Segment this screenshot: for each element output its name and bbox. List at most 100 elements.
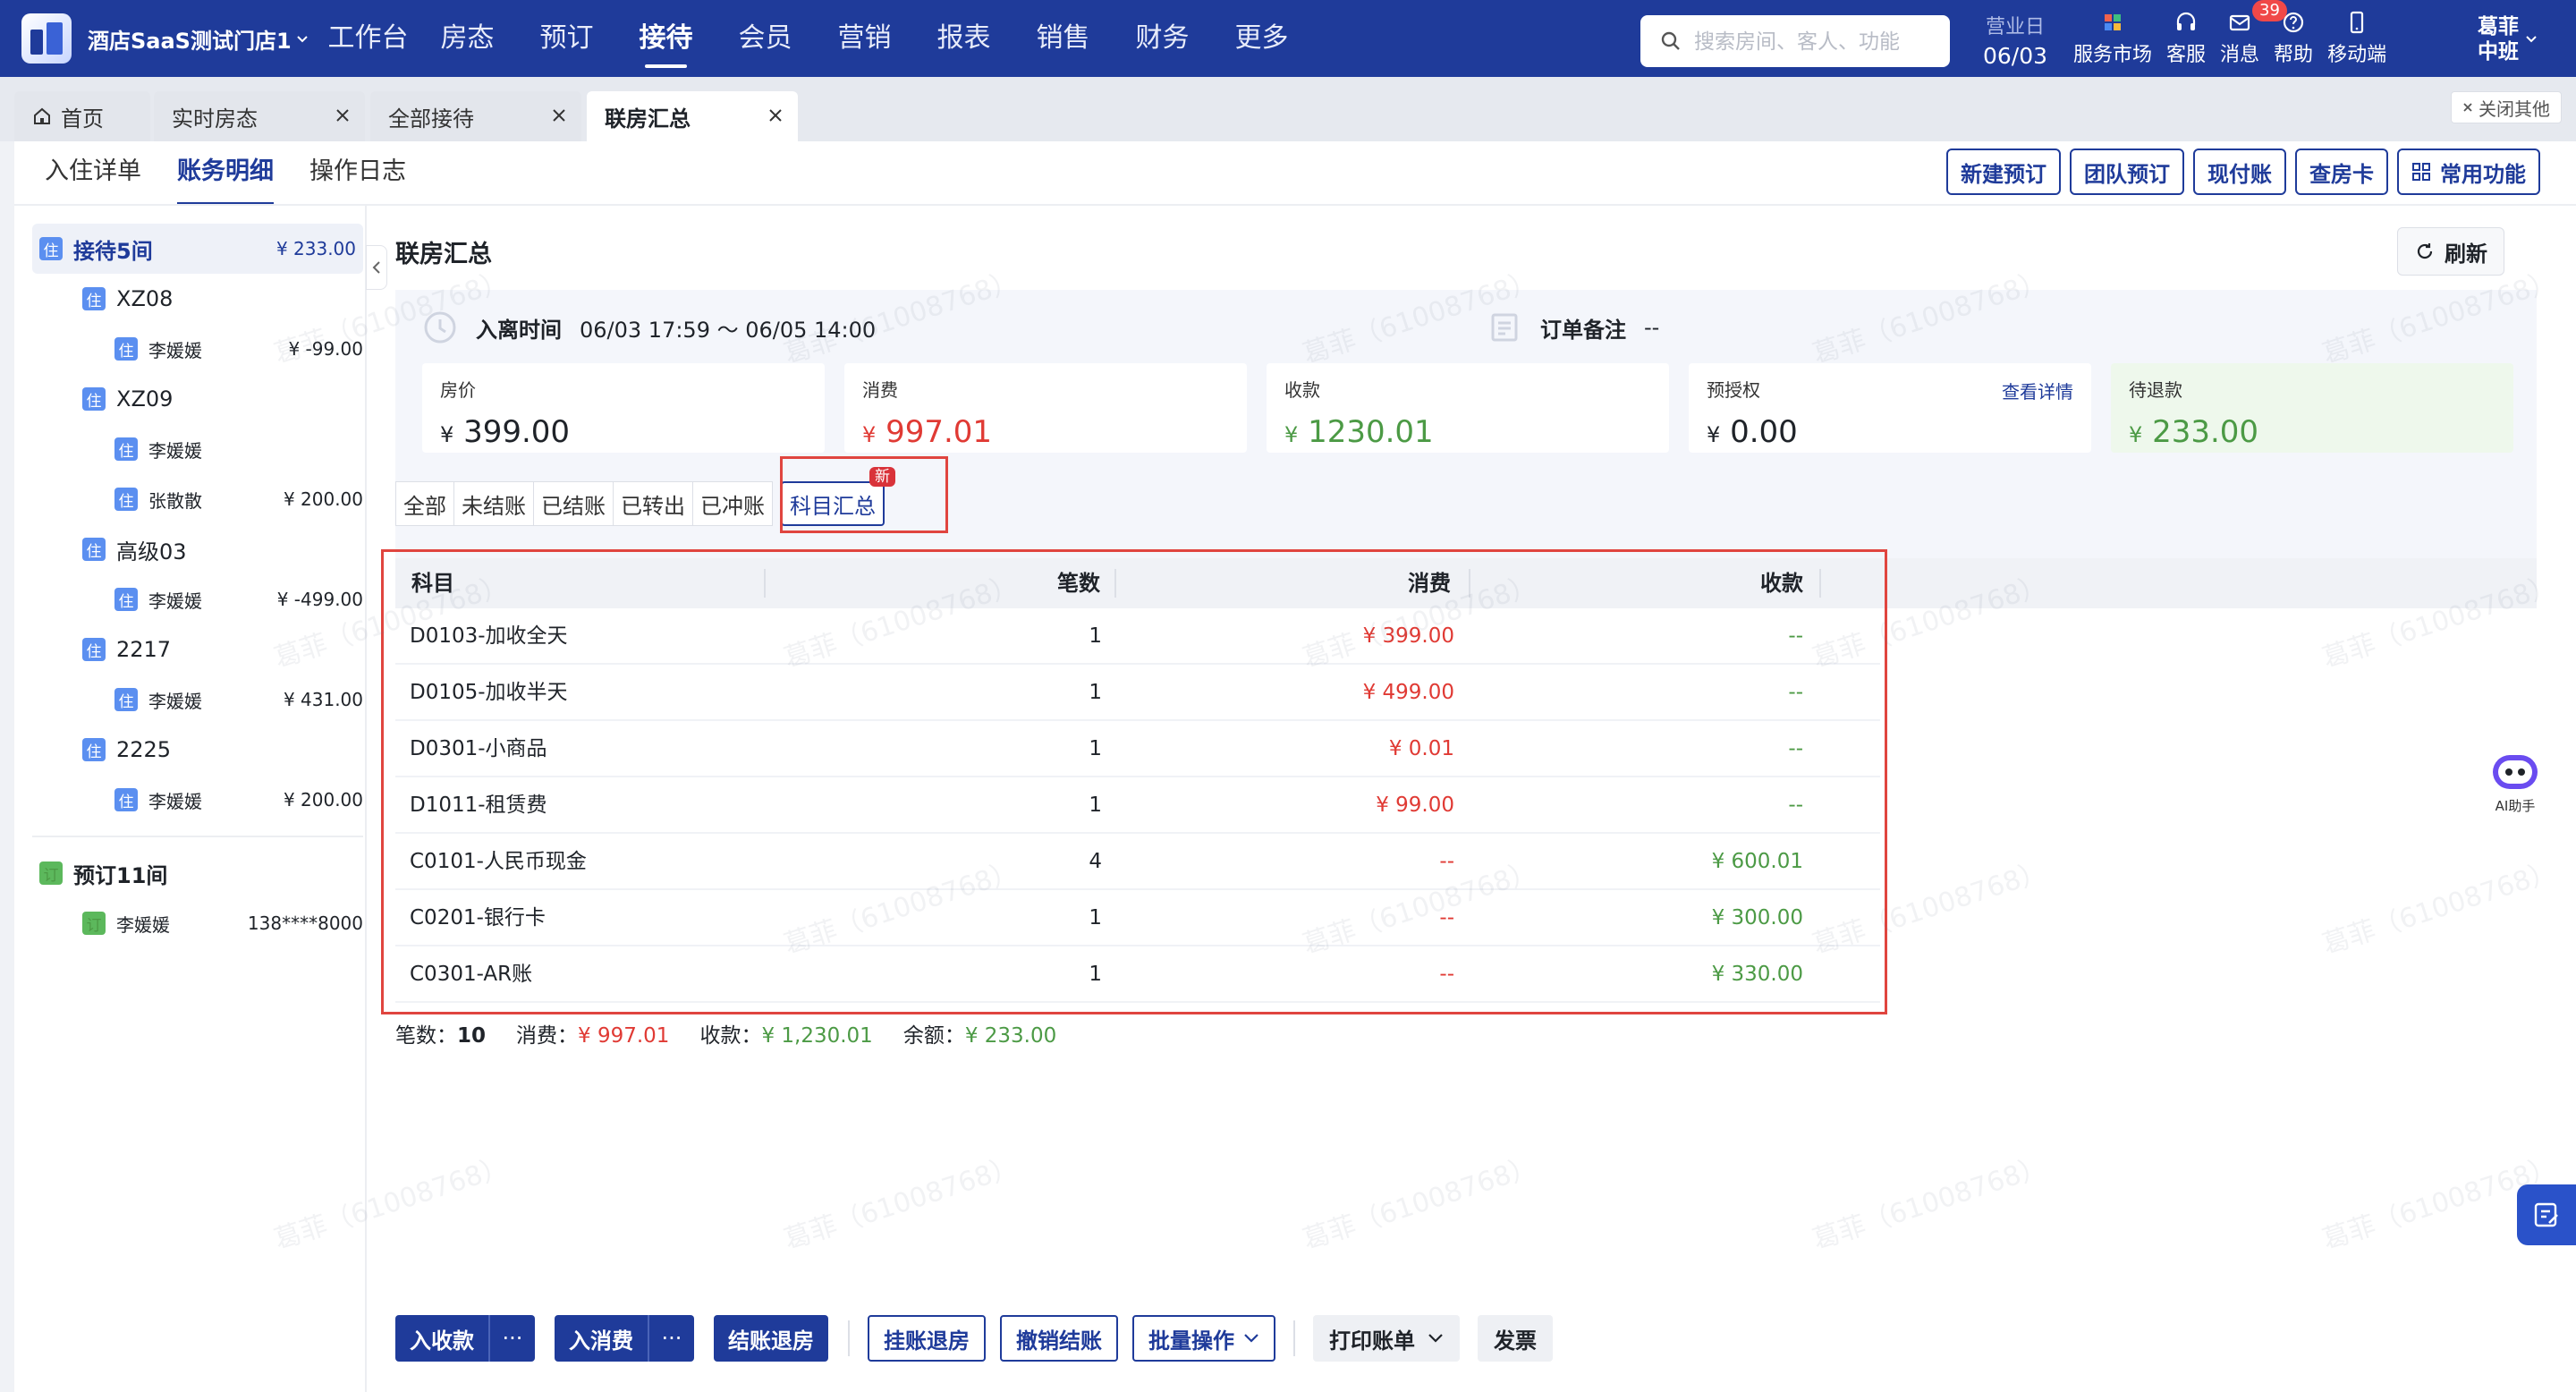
tab-linked-room-summary[interactable]: 联房汇总 xyxy=(587,91,798,141)
highlight-box-table xyxy=(381,549,1887,1014)
filter-transferred[interactable]: 已转出 xyxy=(613,481,693,526)
tree-guest[interactable]: 住 李媛媛 ¥ -499.00 xyxy=(32,574,363,624)
chevron-down-icon xyxy=(296,35,308,42)
menu-item-reports[interactable]: 报表 xyxy=(914,0,1013,77)
menu-item-finance[interactable]: 财务 xyxy=(1113,0,1212,77)
menu-item-room-status[interactable]: 房态 xyxy=(418,0,517,77)
tree-guest[interactable]: 住 李媛媛 ¥ 200.00 xyxy=(32,775,363,825)
feedback-float-button[interactable] xyxy=(2517,1184,2576,1245)
group-booking-button[interactable]: 团队预订 xyxy=(2070,149,2184,195)
refresh-button[interactable]: 刷新 xyxy=(2397,227,2504,276)
menu-item-member[interactable]: 会员 xyxy=(716,0,815,77)
page-tabs-bar: 首页 实时房态 全部接待 联房汇总 关闭其他 xyxy=(0,77,2576,141)
booking-tag: 订 xyxy=(82,912,106,935)
filter-unsettled[interactable]: 未结账 xyxy=(453,481,534,526)
grid-apps-icon xyxy=(2105,14,2121,30)
invoice-button[interactable]: 发票 xyxy=(1478,1315,1553,1362)
close-icon[interactable] xyxy=(551,107,567,123)
checkout-button[interactable]: 结账退房 xyxy=(714,1315,828,1362)
tree-room[interactable]: 住 XZ08 xyxy=(32,274,363,324)
summary-receipt: 收款：¥ 1,230.01 xyxy=(699,1024,873,1048)
filter-settled[interactable]: 已结账 xyxy=(533,481,614,526)
headset-icon xyxy=(2176,12,2196,30)
stay-time: 入离时间 06/03 17:59 ～ 06/05 14:00 xyxy=(422,310,876,345)
checkin-tag: 住 xyxy=(114,688,138,711)
stat-pending-refund: 待退款 ¥ 233.00 xyxy=(2111,363,2513,453)
checkin-tag: 住 xyxy=(114,488,138,511)
filter-all[interactable]: 全部 xyxy=(395,481,454,526)
tree-booking-group[interactable]: 订 预订11间 xyxy=(32,848,363,898)
cash-account-button[interactable]: 现付账 xyxy=(2193,149,2286,195)
tree-divider xyxy=(32,836,363,837)
tab-home[interactable]: 首页 xyxy=(14,91,150,141)
view-details-link[interactable]: 查看详情 xyxy=(2002,378,2073,403)
close-others-button[interactable]: 关闭其他 xyxy=(2451,91,2562,123)
cancel-settle-button[interactable]: 撤销结账 xyxy=(1000,1315,1118,1362)
menu-item-workbench[interactable]: 工作台 xyxy=(318,0,418,77)
tree-guest[interactable]: 住 张散散 ¥ 200.00 xyxy=(32,474,363,524)
mobile-app-button[interactable]: 移动端 xyxy=(2320,0,2394,77)
stat-pre-authorization: 预授权 查看详情 ¥ 0.00 xyxy=(1689,363,2091,453)
content-card: 入住详单 账务明细 操作日志 新建预订 团队预订 现付账 查房卡 常用功能 住 … xyxy=(14,141,2576,1392)
tree-room[interactable]: 住 2225 xyxy=(32,725,363,775)
messages-button[interactable]: 消息 39 xyxy=(2213,0,2287,77)
help-circle-icon xyxy=(2283,12,2304,33)
store-switcher[interactable]: 酒店SaaS测试门店1 xyxy=(88,23,308,55)
tab-live-room-status[interactable]: 实时房态 xyxy=(154,91,365,141)
filter-reversed[interactable]: 已冲账 xyxy=(692,481,773,526)
stats-row: 房价 ¥ 399.00 消费 ¥ 997.01 收款 ¥ 1230.01 预授权… xyxy=(422,363,2513,453)
check-room-card-button[interactable]: 查房卡 xyxy=(2295,149,2388,195)
user-menu[interactable]: 葛菲 中班 xyxy=(2478,14,2537,64)
menu-item-more[interactable]: 更多 xyxy=(1212,0,1311,77)
tree-guest[interactable]: 住 李媛媛 xyxy=(32,424,363,474)
customer-service-button[interactable]: 客服 xyxy=(2159,0,2213,77)
help-button[interactable]: 帮助 xyxy=(2267,0,2320,77)
store-name: 酒店SaaS测试门店1 xyxy=(88,29,292,54)
stat-room-rate: 房价 ¥ 399.00 xyxy=(422,363,825,453)
tree-divider-vertical xyxy=(365,206,367,1392)
enter-receipt-button[interactable]: 入收款 xyxy=(395,1315,488,1362)
ai-assistant-button[interactable]: AI助手 xyxy=(2483,751,2547,815)
hang-checkout-button[interactable]: 挂账退房 xyxy=(868,1315,986,1362)
tree-checkin-group[interactable]: 住 接待5间 ¥ 233.00 xyxy=(32,224,363,274)
new-booking-button[interactable]: 新建预订 xyxy=(1946,149,2061,195)
close-icon[interactable] xyxy=(767,107,784,123)
receipt-more-button[interactable]: ··· xyxy=(488,1315,535,1362)
chevron-down-icon xyxy=(2526,36,2537,43)
checkin-tag: 住 xyxy=(82,387,106,411)
tab-all-reception[interactable]: 全部接待 xyxy=(370,91,581,141)
subtab-operation-log[interactable]: 操作日志 xyxy=(309,152,406,206)
common-functions-button[interactable]: 常用功能 xyxy=(2397,149,2540,195)
header-divider xyxy=(14,204,2576,206)
global-search[interactable] xyxy=(1640,15,1950,67)
subtab-account-details[interactable]: 账务明细 xyxy=(177,152,274,206)
action-separator xyxy=(848,1320,850,1356)
service-market-button[interactable]: 服务市场 xyxy=(2066,0,2159,77)
menu-item-booking[interactable]: 预订 xyxy=(517,0,616,77)
tree-booking-guest[interactable]: 订 李媛媛 138****8000 xyxy=(32,898,363,948)
tree-room[interactable]: 住 XZ09 xyxy=(32,374,363,424)
subtab-checkin-details[interactable]: 入住详单 xyxy=(45,152,141,206)
checkin-tag: 住 xyxy=(82,287,106,310)
menu-item-marketing[interactable]: 营销 xyxy=(815,0,914,77)
tree-guest[interactable]: 住 李媛媛 ¥ -99.00 xyxy=(32,324,363,374)
close-icon[interactable] xyxy=(335,107,351,123)
collapse-sidebar-button[interactable] xyxy=(366,245,387,290)
detail-subtabs: 入住详单 账务明细 操作日志 xyxy=(45,152,442,206)
menu-item-sales[interactable]: 销售 xyxy=(1013,0,1113,77)
stat-consumption: 消费 ¥ 997.01 xyxy=(844,363,1247,453)
menu-item-reception[interactable]: 接待 xyxy=(616,0,716,77)
tree-room[interactable]: 住 高级03 xyxy=(32,524,363,574)
consumption-more-button[interactable]: ··· xyxy=(648,1315,694,1362)
hotel-logo[interactable] xyxy=(21,13,72,64)
tree-guest[interactable]: 住 李媛媛 ¥ 431.00 xyxy=(32,675,363,725)
search-input[interactable] xyxy=(1694,29,1945,54)
clock-icon xyxy=(424,311,456,344)
action-separator xyxy=(1293,1320,1295,1356)
enter-consumption-button[interactable]: 入消费 xyxy=(555,1315,648,1362)
user-name: 葛菲 xyxy=(2478,15,2519,38)
main-menu: 工作台 房态 预订 接待 会员 营销 报表 销售 财务 更多 xyxy=(318,0,1311,77)
batch-operation-dropdown[interactable]: 批量操作 xyxy=(1132,1315,1275,1362)
print-bill-dropdown[interactable]: 打印账单 xyxy=(1313,1315,1460,1362)
tree-room[interactable]: 住 2217 xyxy=(32,624,363,675)
